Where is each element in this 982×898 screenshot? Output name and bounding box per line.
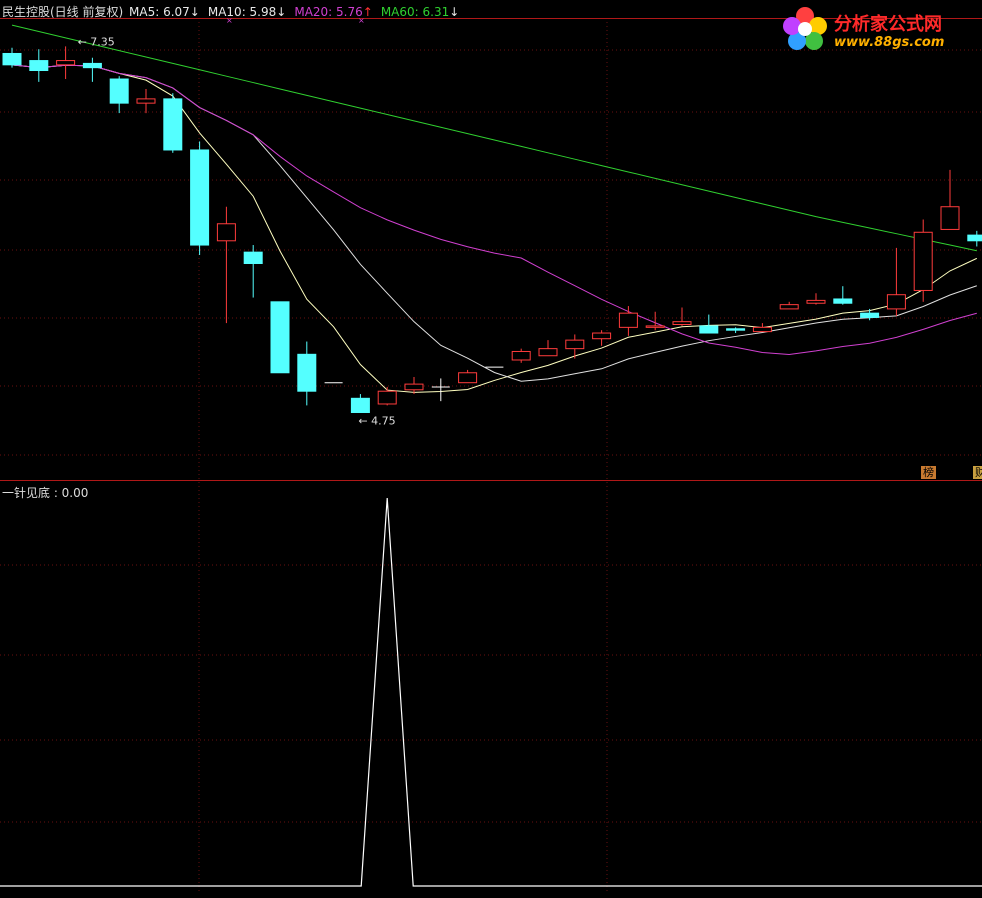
candle-body bbox=[618, 312, 638, 328]
stock-title: 民生控股(日线 前复权) bbox=[2, 5, 124, 19]
ma-legend: MA5: 6.07↓ MA10: 5.98↓ MA20: 5.76↑ MA60: 6.… bbox=[129, 5, 467, 19]
candle-body bbox=[672, 321, 692, 326]
candle-body bbox=[913, 231, 933, 291]
ma-legend-item: MA60: 6.31↓ bbox=[380, 5, 460, 19]
price-header: 民生控股(日线 前复权) MA5: 6.07↓ MA10: 5.98↓ MA20: … bbox=[2, 3, 469, 20]
candle-body bbox=[82, 62, 102, 69]
ma-legend-item: MA20: 5.76↑ bbox=[294, 5, 373, 19]
high-label: ← 7.35 bbox=[78, 35, 115, 48]
candle-body bbox=[886, 294, 906, 310]
candle-body bbox=[404, 383, 424, 391]
trend-arrow-icon: ↓ bbox=[276, 5, 287, 19]
site-logo: 分析家公式网 www.88gs.com bbox=[779, 4, 974, 54]
candle-body bbox=[350, 397, 370, 413]
candle-body bbox=[243, 251, 263, 264]
candle-body bbox=[458, 372, 478, 384]
candle-body bbox=[2, 52, 22, 66]
candle-body bbox=[565, 339, 585, 350]
candle-body bbox=[806, 299, 826, 304]
rank-tag[interactable]: 榜 bbox=[921, 466, 936, 479]
candle-body bbox=[860, 312, 880, 318]
candle-body bbox=[163, 98, 183, 151]
candle-body bbox=[136, 98, 156, 104]
trend-arrow-icon: ↓ bbox=[449, 5, 460, 19]
finance-tag[interactable]: 财 bbox=[973, 466, 982, 479]
ma-legend-item: MA10: 5.98↓ bbox=[207, 5, 287, 19]
chart-svg[interactable]: ← 7.35← 4.75× × bbox=[0, 0, 982, 894]
candle-body bbox=[726, 328, 746, 331]
trend-arrow-icon: ↑ bbox=[362, 5, 373, 19]
candle-body bbox=[538, 348, 558, 357]
low-label: ← 4.75 bbox=[358, 414, 395, 427]
candle-body bbox=[216, 223, 236, 242]
indicator-header: 一针见底 : 0.00 bbox=[2, 486, 89, 500]
candle-body bbox=[511, 350, 531, 361]
candle-body bbox=[779, 304, 799, 310]
ma-legend-item: MA5: 6.07↓ bbox=[129, 5, 200, 19]
candle-body bbox=[833, 298, 853, 304]
flower-icon bbox=[783, 7, 827, 50]
candle-body bbox=[699, 325, 719, 334]
candle-body bbox=[592, 332, 612, 340]
logo-url: www.88gs.com bbox=[834, 35, 945, 50]
indicator-line bbox=[0, 497, 982, 887]
candle-body bbox=[109, 78, 129, 104]
ma60-line bbox=[11, 24, 977, 252]
candle-body bbox=[940, 206, 960, 230]
candle-body bbox=[377, 390, 397, 405]
trend-arrow-icon: ↓ bbox=[189, 5, 200, 19]
candle-body bbox=[752, 326, 772, 333]
candle-body bbox=[297, 353, 317, 392]
ma20-line bbox=[11, 64, 977, 356]
candle-body bbox=[29, 60, 49, 72]
ma5-line bbox=[11, 64, 978, 393]
candle-body bbox=[270, 301, 290, 374]
candle-body bbox=[645, 325, 665, 328]
chart-stage[interactable]: ← 7.35 ← 4.75 × × bbox=[0, 0, 982, 894]
candle-body bbox=[190, 149, 210, 246]
logo-title: 分析家公式网 bbox=[834, 14, 942, 35]
candle-body bbox=[56, 60, 76, 66]
candle-body bbox=[967, 234, 982, 242]
